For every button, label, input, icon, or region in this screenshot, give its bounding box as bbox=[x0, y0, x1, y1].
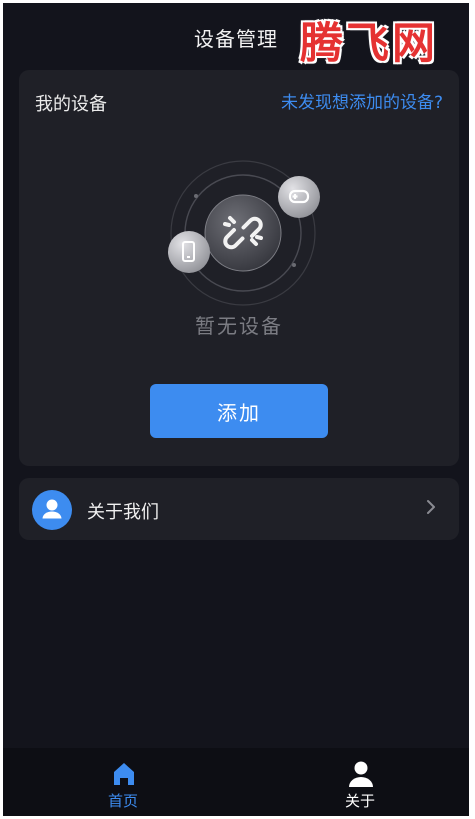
chevron-right-icon bbox=[427, 500, 435, 514]
tab-about-label: 关于 bbox=[344, 792, 375, 810]
about-us-label: 关于我们 bbox=[87, 502, 159, 523]
person-icon bbox=[349, 761, 373, 787]
tab-about[interactable]: 关于 bbox=[300, 756, 420, 812]
bottom-tab-bar: 首页 关于 bbox=[3, 748, 469, 816]
watermark-logo: 腾飞网 bbox=[300, 19, 438, 69]
my-devices-title: 我的设备 bbox=[35, 94, 107, 115]
about-us-row[interactable]: 关于我们 bbox=[19, 478, 459, 540]
device-not-found-link[interactable]: 未发现想添加的设备? bbox=[281, 88, 443, 113]
add-device-button[interactable]: 添加 bbox=[150, 384, 328, 438]
tab-home-label: 首页 bbox=[107, 792, 138, 810]
tab-home[interactable]: 首页 bbox=[63, 756, 183, 812]
user-avatar-icon bbox=[32, 490, 72, 530]
home-icon bbox=[114, 763, 134, 785]
app-screen: 设备管理 腾飞网 我的设备 未发现想添加的设备? 暂无设备 添加 关于我们 首页… bbox=[3, 3, 469, 816]
empty-devices-illustration bbox=[168, 160, 320, 306]
empty-devices-text: 暂无设备 bbox=[195, 314, 283, 338]
my-devices-card: 我的设备 未发现想添加的设备? 暂无设备 添加 bbox=[19, 70, 459, 466]
